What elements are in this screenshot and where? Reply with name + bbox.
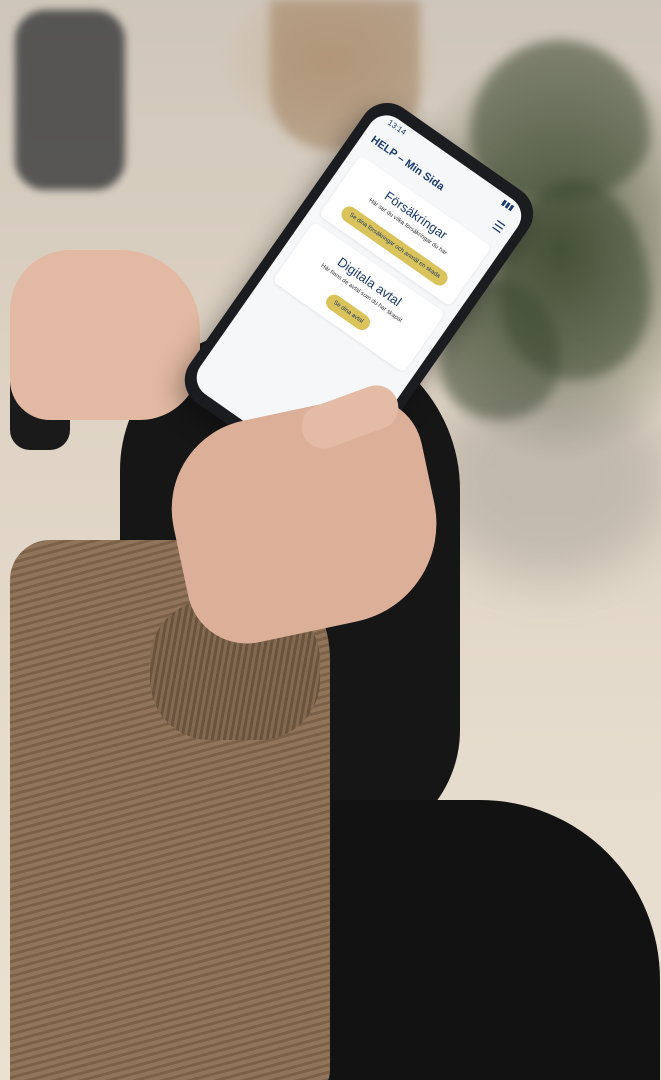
hamburger-menu-icon[interactable]: ☰	[489, 217, 507, 237]
watering-can	[15, 10, 125, 190]
photo-scene: 13:14 ▮▮▮ HELP – Min Sida ☰ Försäkringar…	[0, 0, 661, 1080]
floor-shadow	[430, 380, 661, 580]
left-hand	[10, 250, 200, 420]
